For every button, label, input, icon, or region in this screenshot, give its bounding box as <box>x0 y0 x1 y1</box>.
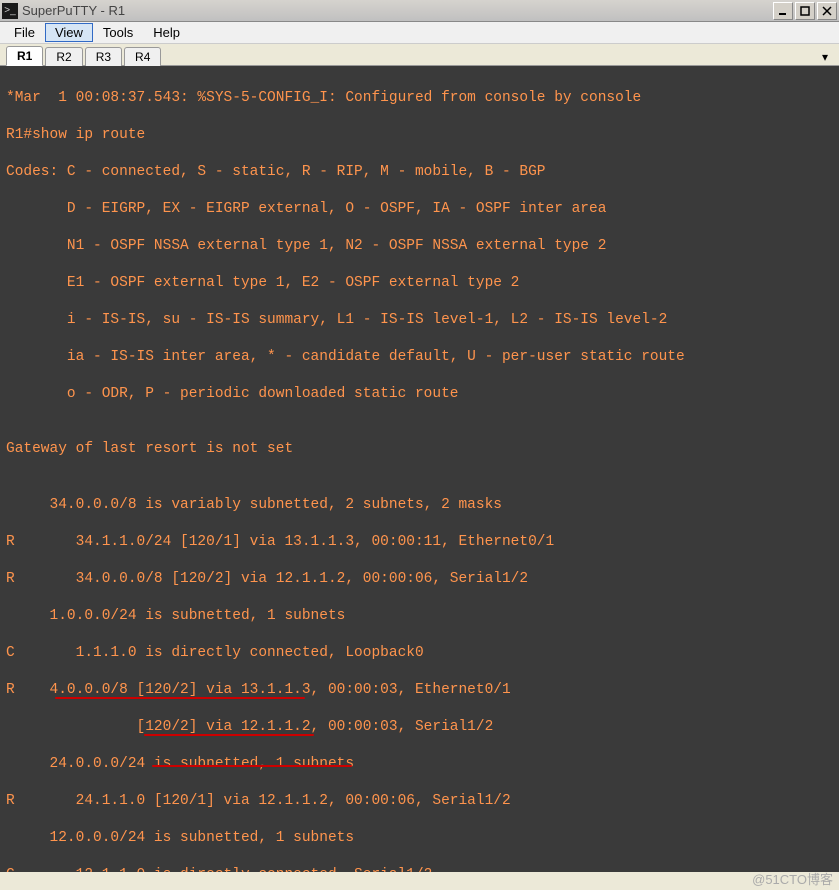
tab-r2[interactable]: R2 <box>45 47 82 66</box>
menu-tools[interactable]: Tools <box>93 23 143 42</box>
terminal-line: C 1.1.1.0 is directly connected, Loopbac… <box>6 644 835 663</box>
minimize-icon <box>778 6 788 16</box>
maximize-button[interactable] <box>795 2 815 20</box>
terminal-line: 1.0.0.0/24 is subnetted, 1 subnets <box>6 607 835 626</box>
tabbar-dropdown[interactable]: ▾ <box>817 49 833 65</box>
minimize-button[interactable] <box>773 2 793 20</box>
terminal-line: Codes: C - connected, S - static, R - RI… <box>6 163 835 182</box>
terminal-line: 24.0.0.0/24 is subnetted, 1 subnets <box>6 755 835 774</box>
tab-r1[interactable]: R1 <box>6 46 43 66</box>
app-icon: >_ <box>2 3 18 19</box>
terminal-text: R 4.0.0.0/8 [120/2] via 13.1.1.3, 00:00:… <box>6 682 511 698</box>
terminal-line: R 34.0.0.0/8 [120/2] via 12.1.1.2, 00:00… <box>6 570 835 589</box>
terminal-line: R 24.1.1.0 [120/1] via 12.1.1.2, 00:00:0… <box>6 792 835 811</box>
terminal-line: ia - IS-IS inter area, * - candidate def… <box>6 348 835 367</box>
annotation-underline <box>144 734 314 736</box>
terminal-line: E1 - OSPF external type 1, E2 - OSPF ext… <box>6 274 835 293</box>
terminal-line: Gateway of last resort is not set <box>6 440 835 459</box>
tab-r4[interactable]: R4 <box>124 47 161 66</box>
maximize-icon <box>800 6 810 16</box>
terminal-text: 24.0.0.0/24 is subnetted, 1 subnets <box>6 756 354 772</box>
terminal-line: D - EIGRP, EX - EIGRP external, O - OSPF… <box>6 200 835 219</box>
terminal-line: R1#show ip route <box>6 126 835 145</box>
terminal-line: C 12.1.1.0 is directly connected, Serial… <box>6 866 835 873</box>
terminal-line: i - IS-IS, su - IS-IS summary, L1 - IS-I… <box>6 311 835 330</box>
terminal-line: 34.0.0.0/8 is variably subnetted, 2 subn… <box>6 496 835 515</box>
close-icon <box>822 6 832 16</box>
annotation-underline <box>55 697 305 699</box>
tab-r3[interactable]: R3 <box>85 47 122 66</box>
menubar: File View Tools Help <box>0 22 839 44</box>
terminal-line: o - ODR, P - periodic downloaded static … <box>6 385 835 404</box>
menu-view[interactable]: View <box>45 23 93 42</box>
terminal-line: *Mar 1 00:08:37.543: %SYS-5-CONFIG_I: Co… <box>6 89 835 108</box>
titlebar: >_ SuperPuTTY - R1 <box>0 0 839 22</box>
watermark: @51CTO博客 <box>752 869 833 888</box>
chevron-down-icon: ▾ <box>822 50 828 64</box>
terminal-line: N1 - OSPF NSSA external type 1, N2 - OSP… <box>6 237 835 256</box>
terminal-line: R 4.0.0.0/8 [120/2] via 13.1.1.3, 00:00:… <box>6 681 835 700</box>
menu-file[interactable]: File <box>4 23 45 42</box>
close-button[interactable] <box>817 2 837 20</box>
menu-help[interactable]: Help <box>143 23 190 42</box>
terminal[interactable]: *Mar 1 00:08:37.543: %SYS-5-CONFIG_I: Co… <box>0 66 839 872</box>
terminal-text: [120/2] via 12.1.1.2, 00:00:03, Serial1/… <box>6 719 493 735</box>
terminal-line: R 34.1.1.0/24 [120/1] via 13.1.1.3, 00:0… <box>6 533 835 552</box>
window-controls <box>773 2 837 20</box>
annotation-underline <box>152 765 352 767</box>
window-title: SuperPuTTY - R1 <box>22 3 773 18</box>
terminal-line: 12.0.0.0/24 is subnetted, 1 subnets <box>6 829 835 848</box>
tabbar: R1 R2 R3 R4 ▾ <box>0 44 839 66</box>
terminal-line: [120/2] via 12.1.1.2, 00:00:03, Serial1/… <box>6 718 835 737</box>
